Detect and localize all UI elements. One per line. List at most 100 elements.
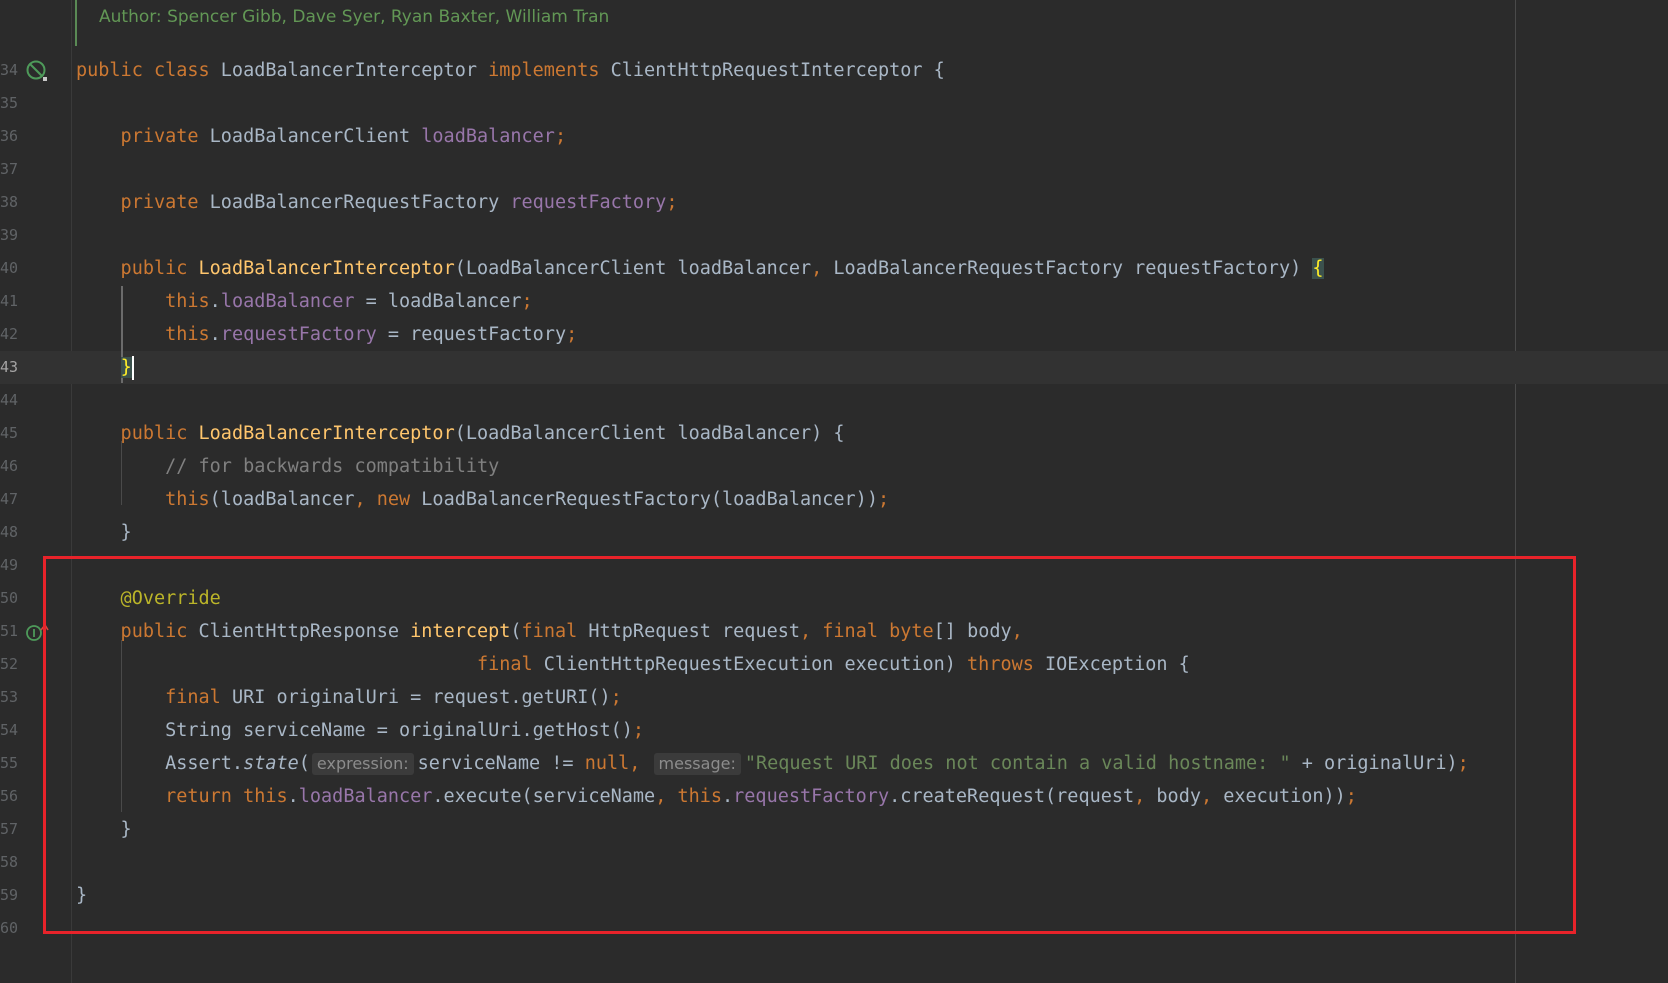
code-token: public [76,60,154,81]
line-number[interactable]: 36 [0,120,18,153]
code-text[interactable]: public LoadBalancerInterceptor(LoadBalan… [76,252,1324,285]
code-token: (loadBalancer [209,489,355,510]
code-line[interactable]: 37 [0,153,1668,186]
code-line[interactable]: 35 [0,87,1668,120]
line-number[interactable]: 38 [0,186,18,219]
code-token: ; [521,291,533,312]
code-line[interactable]: 39 [0,219,1668,252]
code-text[interactable]: public class LoadBalancerInterceptor imp… [76,54,945,87]
line-number[interactable]: 56 [0,780,18,813]
code-line[interactable]: 44 [0,384,1668,417]
line-number[interactable]: 47 [0,483,18,516]
code-token: } [76,522,132,543]
line-number[interactable]: 50 [0,582,18,615]
code-token: LoadBalancerRequestFactory(loadBalancer)… [421,489,878,510]
line-number[interactable]: 39 [0,219,18,252]
code-token: (LoadBalancerClient loadBalancer [454,258,812,279]
code-text[interactable]: } [76,516,132,549]
code-token: LoadBalancerRequestFactory [209,192,511,213]
code-line[interactable]: 47 this(loadBalancer, new LoadBalancerRe… [0,483,1668,516]
line-number[interactable]: 45 [0,417,18,450]
line-number[interactable]: 55 [0,747,18,780]
code-text[interactable]: this.loadBalancer = loadBalancer; [76,285,533,318]
code-token: public [76,258,199,279]
line-number[interactable]: 41 [0,285,18,318]
code-token: this [165,324,210,345]
line-number[interactable]: 34 [0,54,18,87]
code-token: ; [554,126,567,147]
line-number[interactable]: 58 [0,846,18,879]
line-number[interactable]: 49 [0,549,18,582]
code-token: loadBalancer [220,291,355,312]
code-token: ClientHttpRequestInterceptor { [610,60,945,81]
code-line[interactable]: 40 public LoadBalancerInterceptor(LoadBa… [0,252,1668,285]
code-line[interactable]: 45 public LoadBalancerInterceptor(LoadBa… [0,417,1668,450]
code-token: { [1312,258,1324,279]
code-token: loadBalancer [421,126,555,147]
line-number[interactable]: 44 [0,384,18,417]
code-token: private [76,192,210,213]
line-number[interactable]: 35 [0,87,18,120]
code-token: this [165,291,210,312]
code-token: requestFactory [220,324,377,345]
code-text[interactable]: } [76,351,134,384]
line-number[interactable]: 53 [0,681,18,714]
doc-comment-bar [75,0,77,46]
code-token: , [811,258,834,279]
code-line[interactable]: 43 } [0,351,1668,384]
code-line[interactable]: 46 // for backwards compatibility [0,450,1668,483]
code-token: (LoadBalancerClient loadBalancer) { [454,423,845,444]
code-text[interactable]: this.requestFactory = requestFactory; [76,318,577,351]
line-number[interactable]: 54 [0,714,18,747]
code-text[interactable]: private LoadBalancerRequestFactory reque… [76,186,678,219]
line-number[interactable]: 42 [0,318,18,351]
line-number[interactable]: 52 [0,648,18,681]
code-token: ; [877,489,890,510]
line-number[interactable]: 48 [0,516,18,549]
no-gc-root-icon[interactable] [24,58,50,84]
code-token: = loadBalancer [354,291,522,312]
code-line[interactable]: 38 private LoadBalancerRequestFactory re… [0,186,1668,219]
line-number[interactable]: 51 [0,615,18,648]
code-token: LoadBalancerInterceptor [220,60,489,81]
line-number[interactable]: 40 [0,252,18,285]
line-number[interactable]: 46 [0,450,18,483]
code-line[interactable]: 36 private LoadBalancerClient loadBalanc… [0,120,1668,153]
code-text[interactable]: // for backwards compatibility [76,450,499,483]
text-caret [131,356,134,380]
code-line[interactable]: 34 public class LoadBalancerInterceptor i… [0,54,1668,87]
code-token: class [153,60,221,81]
code-token: LoadBalancerClient [209,126,422,147]
code-text[interactable]: public LoadBalancerInterceptor(LoadBalan… [76,417,845,450]
line-number[interactable]: 59 [0,879,18,912]
line-number[interactable]: 43 [0,351,18,384]
code-line[interactable]: 42 this.requestFactory = requestFactory; [0,318,1668,351]
code-editor[interactable]: Author: Spencer Gibb, Dave Syer, Ryan Ba… [0,0,1668,983]
code-token: LoadBalancerRequestFactory requestFactor… [833,258,1313,279]
code-token: // for backwards compatibility [76,456,500,477]
code-line[interactable]: 41 this.loadBalancer = loadBalancer; [0,285,1668,318]
code-token: private [76,126,210,147]
line-number[interactable]: 57 [0,813,18,846]
code-token: } [120,357,132,378]
line-number[interactable]: 60 [0,912,18,945]
code-token: = requestFactory [376,324,567,345]
code-token: . [209,291,221,312]
red-highlight-box [43,556,1576,934]
code-token: . [209,324,221,345]
code-token: LoadBalancerInterceptor [198,423,455,444]
code-token: public [76,423,199,444]
code-text[interactable]: private LoadBalancerClient loadBalancer; [76,120,567,153]
code-token: ; [566,324,578,345]
code-text[interactable]: this(loadBalancer, new LoadBalancerReque… [76,483,889,516]
doc-comment-author: Author: Spencer Gibb, Dave Syer, Ryan Ba… [99,7,610,27]
code-token: LoadBalancerInterceptor [198,258,455,279]
code-line[interactable]: 48 } [0,516,1668,549]
code-token: requestFactory [510,192,667,213]
code-token: implements [488,60,611,81]
line-number[interactable]: 37 [0,153,18,186]
